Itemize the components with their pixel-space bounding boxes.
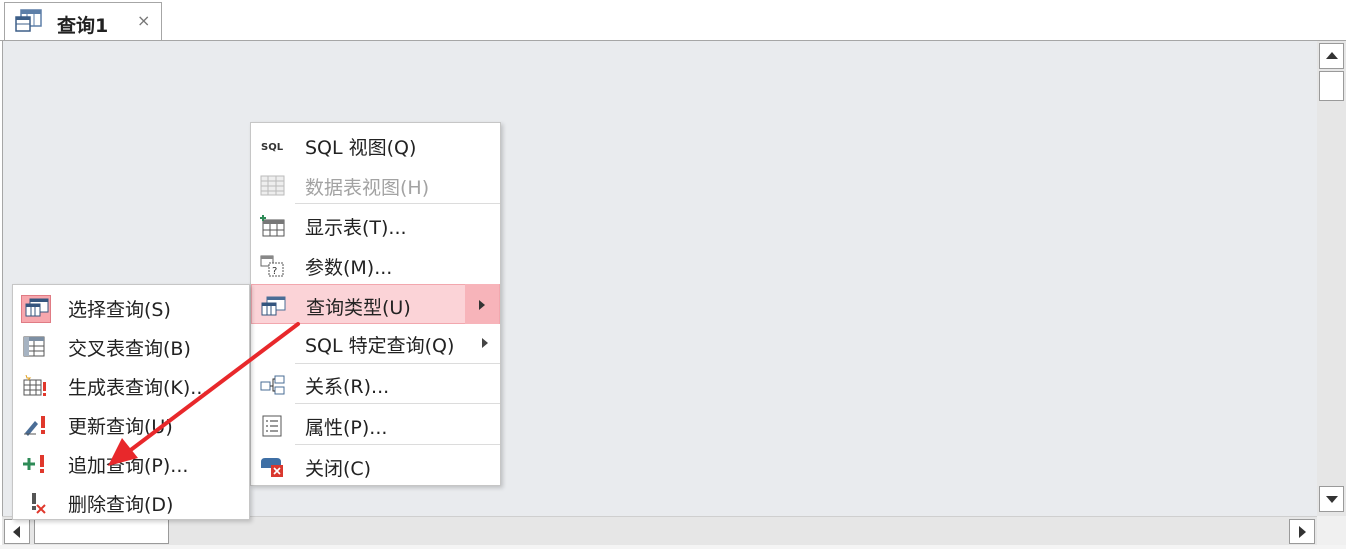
menu-item-sql-view[interactable]: SQL SQL 视图(Q) bbox=[251, 125, 500, 165]
append-query-icon bbox=[23, 455, 44, 473]
submenu-item-label: 交叉表查询(B) bbox=[68, 338, 191, 360]
show-table-icon bbox=[260, 215, 285, 237]
vertical-scroll-thumb[interactable] bbox=[1319, 71, 1344, 101]
submenu-item-append-query[interactable]: 追加查询(P)... bbox=[13, 443, 249, 483]
arrow-up-icon bbox=[1326, 52, 1338, 59]
submenu-item-make-table-query[interactable]: 生成表查询(K)... bbox=[13, 365, 249, 405]
make-table-query-icon bbox=[23, 375, 46, 396]
scroll-left-button[interactable] bbox=[4, 519, 30, 544]
sql-icon: SQL bbox=[261, 142, 284, 153]
datasheet-icon bbox=[260, 175, 285, 196]
update-query-icon bbox=[24, 416, 45, 436]
menu-item-sql-specific[interactable]: SQL 特定查询(Q) bbox=[251, 323, 500, 363]
menu-separator bbox=[295, 203, 500, 204]
menu-item-label: 关系(R)... bbox=[305, 376, 390, 398]
menu-item-label: 数据表视图(H) bbox=[305, 177, 430, 199]
arrow-left-icon bbox=[13, 526, 20, 538]
select-query-icon bbox=[25, 298, 49, 317]
submenu-item-delete-query[interactable]: 删除查询(D) bbox=[13, 482, 249, 522]
submenu-item-update-query[interactable]: 更新查询(U) bbox=[13, 404, 249, 444]
arrow-right-icon bbox=[1299, 526, 1306, 538]
menu-item-query-type[interactable]: 查询类型(U) bbox=[251, 284, 500, 324]
menu-item-label: 属性(P)... bbox=[305, 417, 388, 439]
scroll-up-button[interactable] bbox=[1319, 43, 1344, 69]
vertical-scrollbar[interactable] bbox=[1317, 41, 1346, 516]
query-icon bbox=[15, 9, 42, 32]
tab-query1[interactable]: 查询1 × bbox=[4, 2, 162, 40]
query-type-icon bbox=[261, 296, 286, 316]
scroll-down-button[interactable] bbox=[1319, 486, 1344, 512]
submenu-arrow-icon bbox=[479, 300, 485, 310]
menu-separator bbox=[295, 444, 500, 445]
submenu-item-label: 生成表查询(K)... bbox=[68, 377, 209, 399]
arrow-down-icon bbox=[1326, 496, 1338, 503]
submenu-item-label: 追加查询(P)... bbox=[68, 455, 189, 477]
submenu-item-label: 更新查询(U) bbox=[68, 416, 173, 438]
submenu-arrow-icon bbox=[482, 338, 488, 348]
svg-text:SQL: SQL bbox=[261, 142, 284, 153]
svg-text:?: ? bbox=[272, 266, 277, 277]
submenu-item-label: 选择查询(S) bbox=[68, 299, 171, 321]
menu-item-label: 查询类型(U) bbox=[306, 297, 411, 319]
menu-item-label: 显示表(T)... bbox=[305, 217, 407, 239]
menu-item-close[interactable]: 关闭(C) bbox=[251, 446, 500, 486]
menu-item-show-table[interactable]: 显示表(T)... bbox=[251, 205, 500, 245]
properties-icon bbox=[262, 415, 282, 437]
menu-item-properties[interactable]: 属性(P)... bbox=[251, 405, 500, 445]
menu-item-datasheet-view[interactable]: 数据表视图(H) bbox=[251, 165, 500, 205]
menu-item-parameters[interactable]: ? 参数(M)... bbox=[251, 245, 500, 285]
relationships-icon bbox=[260, 375, 285, 395]
submenu-item-label: 删除查询(D) bbox=[68, 494, 174, 516]
submenu-item-crosstab-query[interactable]: 交叉表查询(B) bbox=[13, 326, 249, 366]
menu-separator bbox=[295, 403, 500, 404]
parameters-icon: ? bbox=[260, 255, 284, 277]
close-icon[interactable]: × bbox=[137, 11, 150, 30]
menu-item-label: 参数(M)... bbox=[305, 257, 393, 279]
tab-title: 查询1 bbox=[57, 15, 109, 37]
menu-item-label: SQL 视图(Q) bbox=[305, 137, 417, 159]
horizontal-scroll-thumb[interactable] bbox=[34, 519, 169, 544]
menu-item-relationships[interactable]: 关系(R)... bbox=[251, 364, 500, 404]
query-type-submenu: 选择查询(S) 交叉表查询(B) 生成表查询(K)... 更新查询(U) 追加查… bbox=[12, 284, 250, 520]
delete-query-icon bbox=[32, 493, 46, 514]
document-tab-strip: 查询1 × bbox=[0, 0, 1346, 41]
submenu-item-select-query[interactable]: 选择查询(S) bbox=[13, 287, 249, 327]
crosstab-query-icon bbox=[23, 336, 45, 357]
menu-item-label: 关闭(C) bbox=[305, 458, 372, 480]
context-menu: SQL SQL 视图(Q) 数据表视图(H) 显示表(T)... ? 参数(M)… bbox=[250, 122, 501, 486]
menu-item-label: SQL 特定查询(Q) bbox=[305, 335, 455, 357]
scroll-right-button[interactable] bbox=[1289, 519, 1315, 544]
close-query-icon bbox=[261, 458, 283, 477]
status-edge bbox=[0, 545, 1346, 549]
